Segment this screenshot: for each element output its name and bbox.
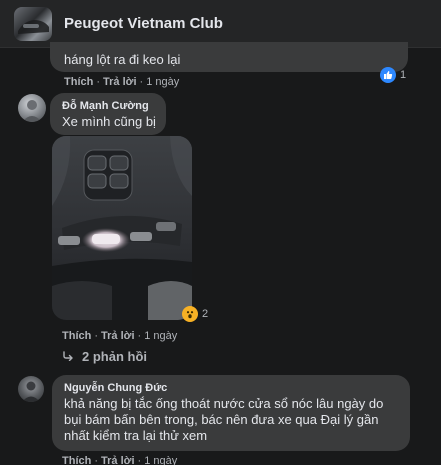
comment-time: 1 ngày (144, 330, 178, 342)
comment-text-line: nhất kiểm tra lại thử xem (64, 428, 208, 443)
comment-time: 1 ngày (144, 455, 178, 465)
reply-link[interactable]: Trả lời (101, 330, 135, 342)
comment-author[interactable]: Nguyễn Chung Đức (64, 382, 167, 394)
avatar[interactable] (18, 376, 44, 402)
avatar[interactable] (18, 94, 46, 122)
comment-text: háng lột ra đi keo lại (64, 52, 181, 67)
reply-link[interactable]: Trả lời (101, 455, 135, 465)
comment-actions: Thích · Trả lời · 1 ngày (62, 455, 178, 465)
replies-count: 2 phản hồi (82, 349, 147, 364)
reaction-summary[interactable]: 2 (182, 306, 208, 322)
group-header: Peugeot Vietnam Club (0, 0, 441, 48)
comment-time: 1 ngày (146, 76, 180, 88)
reaction-count: 2 (202, 308, 209, 320)
group-name[interactable]: Peugeot Vietnam Club (64, 15, 223, 32)
like-reaction-icon (380, 67, 396, 83)
reply-arrow-icon (62, 349, 74, 364)
comment-text-line: bụi bám bấn bên trong, bác nên đưa xe qu… (64, 412, 379, 427)
reaction-count: 1 (400, 69, 407, 81)
comment-text: Xe mình cũng bị (62, 114, 156, 129)
reply-link[interactable]: Trả lời (103, 76, 137, 88)
comment-actions: Thích · Trả lời · 1 ngày (64, 76, 180, 88)
attached-photo[interactable] (52, 136, 192, 320)
comment-author[interactable]: Đỗ Mạnh Cường (62, 100, 149, 112)
like-link[interactable]: Thích (62, 455, 91, 465)
wow-reaction-icon (182, 306, 198, 322)
like-link[interactable]: Thích (64, 76, 93, 88)
comment-actions: Thích · Trả lời · 1 ngày (62, 330, 178, 342)
group-avatar[interactable] (14, 7, 52, 41)
reaction-summary[interactable]: 1 (380, 67, 406, 83)
comment-text-line: khả năng bị tắc ống thoát nước cửa sổ nó… (64, 396, 384, 411)
view-replies-link[interactable]: 2 phản hồi (62, 349, 147, 364)
like-link[interactable]: Thích (62, 330, 91, 342)
